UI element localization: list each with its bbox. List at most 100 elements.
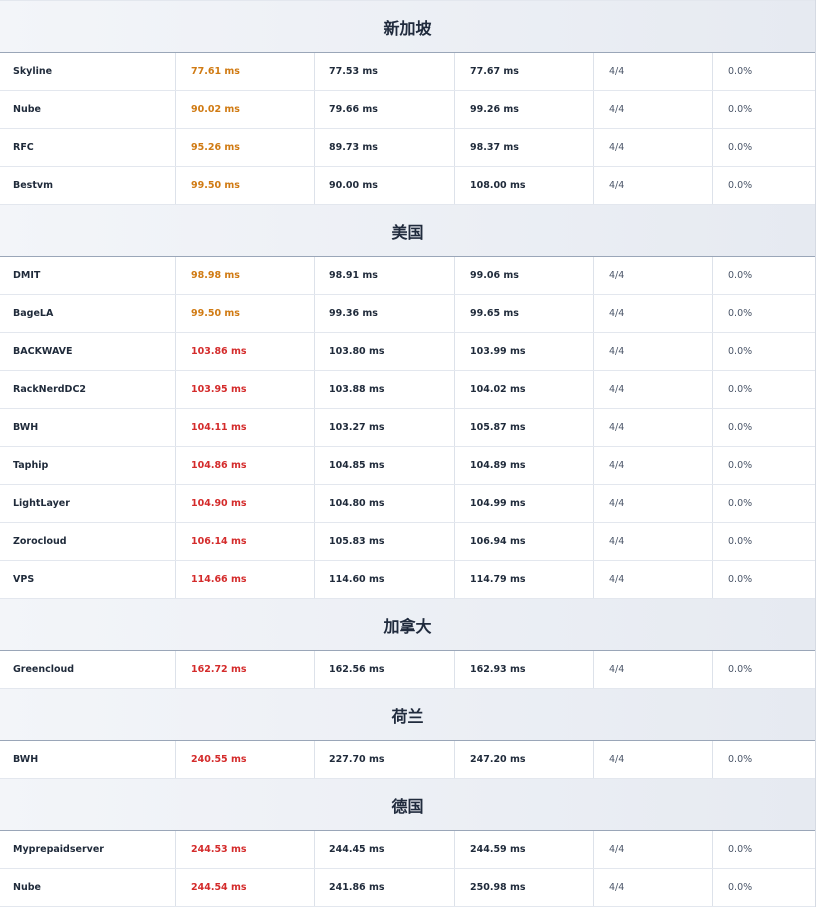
packet-loss: 0.0% xyxy=(728,384,753,395)
server-name: VPS xyxy=(0,561,176,598)
avg-latency: 114.66 ms xyxy=(176,561,315,598)
table-row: BageLA 99.50 ms 99.36 ms 99.65 ms 4/4 0.0% xyxy=(0,295,815,333)
min-latency: 104.85 ms xyxy=(315,447,455,484)
table-row: RFC 95.26 ms 89.73 ms 98.37 ms 4/4 0.0% xyxy=(0,129,815,167)
packet-count: 4/4 xyxy=(594,167,713,204)
max-latency: 77.67 ms xyxy=(455,53,594,90)
avg-latency: 99.50 ms xyxy=(176,295,315,332)
max-latency: 104.02 ms xyxy=(455,371,594,408)
packet-count: 4/4 xyxy=(594,91,713,128)
server-name: RFC xyxy=(0,129,176,166)
table-row: DMIT 98.98 ms 98.91 ms 99.06 ms 4/4 0.0% xyxy=(0,257,815,295)
server-name: BWH xyxy=(0,409,176,446)
max-latency: 103.99 ms xyxy=(455,333,594,370)
server-name: Myprepaidserver xyxy=(0,831,176,868)
max-latency: 162.93 ms xyxy=(455,651,594,688)
packet-loss: 0.0% xyxy=(728,664,753,675)
packet-count: 4/4 xyxy=(594,409,713,446)
server-name: DMIT xyxy=(0,257,176,294)
min-latency: 103.27 ms xyxy=(315,409,455,446)
server-name: LightLayer xyxy=(0,485,176,522)
server-name: Zorocloud xyxy=(0,523,176,560)
max-latency: 104.89 ms xyxy=(455,447,594,484)
packet-count: 4/4 xyxy=(594,447,713,484)
server-name: BWH xyxy=(0,741,176,778)
avg-latency: 104.86 ms xyxy=(176,447,315,484)
section-header-region: 荷兰 xyxy=(0,689,815,741)
avg-latency: 99.50 ms xyxy=(176,167,315,204)
max-latency: 108.00 ms xyxy=(455,167,594,204)
min-latency: 244.45 ms xyxy=(315,831,455,868)
table-row: LightLayer 104.90 ms 104.80 ms 104.99 ms 4/4… xyxy=(0,485,815,523)
avg-latency: 244.54 ms xyxy=(176,869,315,906)
packet-count: 4/4 xyxy=(594,523,713,560)
min-latency: 114.60 ms xyxy=(315,561,455,598)
server-name: RackNerdDC2 xyxy=(0,371,176,408)
packet-loss: 0.0% xyxy=(728,536,753,547)
server-name: Nube xyxy=(0,869,176,906)
packet-loss: 0.0% xyxy=(728,308,753,319)
packet-loss: 0.0% xyxy=(728,844,753,855)
min-latency: 90.00 ms xyxy=(315,167,455,204)
avg-latency: 103.86 ms xyxy=(176,333,315,370)
server-name: Bestvm xyxy=(0,167,176,204)
table-row: Taphip 104.86 ms 104.85 ms 104.89 ms 4/4 0.0% xyxy=(0,447,815,485)
table-row: BWH 240.55 ms 227.70 ms 247.20 ms 4/4 0.0% xyxy=(0,741,815,779)
min-latency: 98.91 ms xyxy=(315,257,455,294)
packet-count: 4/4 xyxy=(594,129,713,166)
avg-latency: 103.95 ms xyxy=(176,371,315,408)
packet-count: 4/4 xyxy=(594,333,713,370)
avg-latency: 104.90 ms xyxy=(176,485,315,522)
avg-latency: 104.11 ms xyxy=(176,409,315,446)
max-latency: 99.26 ms xyxy=(455,91,594,128)
section-header-region: 加拿大 xyxy=(0,599,815,651)
packet-count: 4/4 xyxy=(594,257,713,294)
min-latency: 103.88 ms xyxy=(315,371,455,408)
packet-loss: 0.0% xyxy=(728,422,753,433)
min-latency: 103.80 ms xyxy=(315,333,455,370)
max-latency: 114.79 ms xyxy=(455,561,594,598)
packet-count: 4/4 xyxy=(594,869,713,906)
table-row: Myprepaidserver 244.53 ms 244.45 ms 244.59 … xyxy=(0,831,815,869)
avg-latency: 90.02 ms xyxy=(176,91,315,128)
min-latency: 79.66 ms xyxy=(315,91,455,128)
packet-count: 4/4 xyxy=(594,561,713,598)
section-header-region: 新加坡 xyxy=(0,1,815,53)
packet-count: 4/4 xyxy=(594,831,713,868)
packet-loss: 0.0% xyxy=(728,754,753,765)
packet-loss: 0.0% xyxy=(728,574,753,585)
min-latency: 162.56 ms xyxy=(315,651,455,688)
max-latency: 247.20 ms xyxy=(455,741,594,778)
max-latency: 106.94 ms xyxy=(455,523,594,560)
packet-count: 4/4 xyxy=(594,485,713,522)
table-row: BWH 104.11 ms 103.27 ms 105.87 ms 4/4 0.0% xyxy=(0,409,815,447)
server-name: Greencloud xyxy=(0,651,176,688)
server-name: BACKWAVE xyxy=(0,333,176,370)
server-name: BageLA xyxy=(0,295,176,332)
packet-loss: 0.0% xyxy=(728,270,753,281)
min-latency: 89.73 ms xyxy=(315,129,455,166)
packet-loss: 0.0% xyxy=(728,142,753,153)
avg-latency: 95.26 ms xyxy=(176,129,315,166)
section-header-region: 德国 xyxy=(0,779,815,831)
packet-count: 4/4 xyxy=(594,651,713,688)
section-header-region: 美国 xyxy=(0,205,815,257)
max-latency: 105.87 ms xyxy=(455,409,594,446)
packet-loss: 0.0% xyxy=(728,882,753,893)
min-latency: 227.70 ms xyxy=(315,741,455,778)
packet-count: 4/4 xyxy=(594,53,713,90)
server-name: Skyline xyxy=(0,53,176,90)
packet-count: 4/4 xyxy=(594,371,713,408)
avg-latency: 244.53 ms xyxy=(176,831,315,868)
packet-count: 4/4 xyxy=(594,295,713,332)
avg-latency: 162.72 ms xyxy=(176,651,315,688)
max-latency: 250.98 ms xyxy=(455,869,594,906)
avg-latency: 106.14 ms xyxy=(176,523,315,560)
avg-latency: 240.55 ms xyxy=(176,741,315,778)
min-latency: 77.53 ms xyxy=(315,53,455,90)
packet-count: 4/4 xyxy=(594,741,713,778)
table-row: RackNerdDC2 103.95 ms 103.88 ms 104.02 ms 4/… xyxy=(0,371,815,409)
min-latency: 104.80 ms xyxy=(315,485,455,522)
min-latency: 99.36 ms xyxy=(315,295,455,332)
packet-loss: 0.0% xyxy=(728,104,753,115)
